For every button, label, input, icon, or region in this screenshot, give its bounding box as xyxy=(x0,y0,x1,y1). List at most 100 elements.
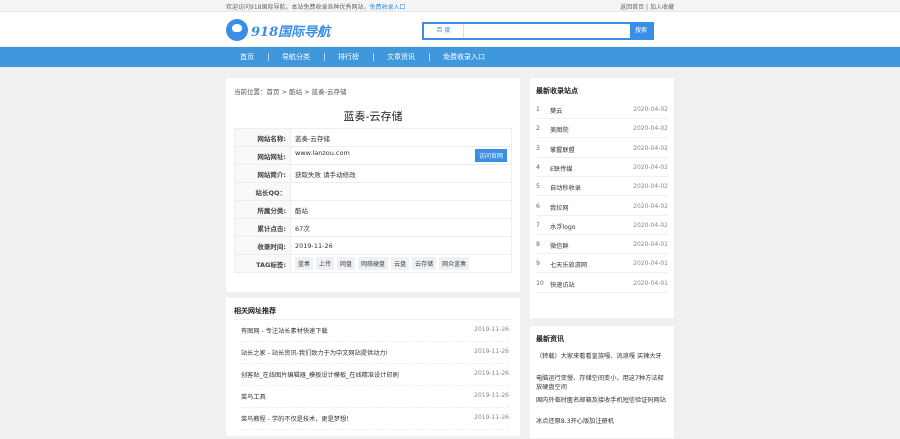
tag-link[interactable]: 网众蓝奏 xyxy=(439,257,470,270)
home-link[interactable]: 返回首页 xyxy=(620,4,644,11)
latest-site-name[interactable]: 美图院 xyxy=(550,125,569,134)
latest-site-date: 2020-04-02 xyxy=(633,106,668,113)
info-key: 站长QQ： xyxy=(234,182,291,201)
tag-link[interactable]: 云存储 xyxy=(412,257,437,270)
tag-link[interactable]: 网盘 xyxy=(337,257,356,270)
tag-link[interactable]: 云盘 xyxy=(391,257,410,270)
related-item[interactable]: 有图网 - 专注站长素材快速下载 2019-11-26 xyxy=(241,320,509,342)
latest-site-item[interactable]: 9 七天乐旅游网 2020-04-01 xyxy=(536,254,668,274)
info-key: 收录时间: xyxy=(234,236,291,255)
search-input[interactable] xyxy=(464,24,630,38)
related-item-date: 2019-11-26 xyxy=(474,348,509,355)
related-item[interactable]: 创客贴_在线图片编辑器_模板设计模板_在线精准设计印刷 2019-11-26 xyxy=(241,364,509,386)
info-row: 网站网址: www.lanzou.com 访问官网 xyxy=(234,146,512,165)
nav-item[interactable]: 排行榜 xyxy=(324,47,373,67)
related-item[interactable]: 菜鸟教程 - 学的不仅是技术，更是梦想！ 2019-11-26 xyxy=(241,408,509,430)
latest-site-date: 2020-04-02 xyxy=(633,163,668,171)
info-value-text: 获取失败 请手动修改 xyxy=(295,170,356,179)
rank-number: 4 xyxy=(536,163,540,171)
site-info-table: 网站名称: 蓝奏-云存储 网站网址: www.lanzou.com 访问官网 网站简介: 获… xyxy=(234,128,512,273)
latest-site-item[interactable]: 6 我拉网 2020-04-02 xyxy=(536,197,668,216)
latest-site-name[interactable]: 微信群 xyxy=(550,241,569,250)
site-title: 蓝奏-云存储 xyxy=(343,110,403,123)
latest-site-item[interactable]: 2 美图院 2020-04-02 xyxy=(536,119,668,139)
nav-item[interactable]: 免费收录入口 xyxy=(429,47,499,67)
latest-site-item[interactable]: 4 E联传媒 2020-04-02 xyxy=(536,158,668,177)
related-item-date: 2019-11-26 xyxy=(474,414,509,421)
search-button[interactable]: 搜索 xyxy=(630,24,652,38)
latest-site-date: 2020-04-01 xyxy=(633,241,668,249)
latest-site-name[interactable]: 水浮logo xyxy=(550,222,576,231)
info-value-text: 67次 xyxy=(295,224,310,233)
info-row: TAG标签: 蓝奏 上传 网盘 网络硬盘 云盘 云存储 网众蓝奏 xyxy=(234,254,512,273)
latest-site-date: 2020-04-01 xyxy=(633,260,668,268)
info-value: 2019-11-26 xyxy=(290,236,512,255)
related-item[interactable]: 站长之家 - 站长资讯-我们致力于为中文网站提供动力! 2019-11-26 xyxy=(241,342,509,364)
rank-number: 5 xyxy=(536,183,540,191)
latest-site-name[interactable]: 樊云 xyxy=(550,106,562,115)
related-item[interactable]: 菜鸟工具 2019-11-26 xyxy=(241,386,509,408)
site-logo[interactable]: 918国际导航 xyxy=(226,18,330,42)
info-value: 酷站 xyxy=(290,200,512,219)
news-item[interactable]: 国内外临时匿名邮箱及接收手机短信验证码网站 xyxy=(536,396,668,405)
info-row: 收录时间: 2019-11-26 xyxy=(234,236,512,255)
related-item-title[interactable]: 有图网 - 专注站长素材快速下载 xyxy=(241,326,328,335)
info-key: 网站网址: xyxy=(234,146,291,165)
news-item[interactable]: （转载）大家来看看皇族嘎、流浪嘎 买辣大牙 xyxy=(536,352,668,361)
latest-site-item[interactable]: 8 微信群 2020-04-01 xyxy=(536,235,668,255)
rank-number: 6 xyxy=(536,202,540,210)
latest-site-name[interactable]: 自动秒收录 xyxy=(550,183,581,192)
latest-site-date: 2020-04-02 xyxy=(633,221,668,229)
related-item-title[interactable]: 创客贴_在线图片编辑器_模板设计模板_在线精准设计印刷 xyxy=(241,370,399,379)
related-title: 相关网址推荐 xyxy=(234,307,276,315)
rank-number: 9 xyxy=(536,260,540,268)
news-title: 最新资讯 xyxy=(536,335,564,343)
latest-site-name[interactable]: 快速访站 xyxy=(550,280,575,289)
nav-item[interactable]: 导航分类 xyxy=(268,47,324,67)
visit-site-button[interactable]: 访问官网 xyxy=(474,149,507,162)
info-key: 网站名称: xyxy=(234,128,291,147)
related-item-title[interactable]: 菜鸟工具 xyxy=(241,392,266,401)
latest-site-date: 2020-04-02 xyxy=(633,183,668,191)
news-item[interactable]: 电脑运行变慢、存储空间变小，用这7种方法释放硬盘空间 xyxy=(536,374,668,392)
nav-item[interactable]: 文章资讯 xyxy=(373,47,429,67)
latest-site-item[interactable]: 7 水浮logo 2020-04-02 xyxy=(536,216,668,235)
site-detail-panel: 当前位置：首页 > 酷站 > 蓝奏-云存储 蓝奏-云存储 网站名称: 蓝奏-云存储… xyxy=(226,78,520,292)
rank-number: 8 xyxy=(536,241,540,249)
latest-site-name[interactable]: 我拉网 xyxy=(550,203,569,212)
topbar-links: 返回首页 | 加入收藏 xyxy=(620,4,674,11)
add-favorite-link[interactable]: 加入收藏 xyxy=(650,4,674,11)
info-row: 网站名称: 蓝奏-云存储 xyxy=(234,128,512,147)
latest-site-item[interactable]: 1 樊云 2020-04-02 xyxy=(536,100,668,119)
nav-item[interactable]: 首页 xyxy=(226,47,268,67)
logo-icon xyxy=(226,19,248,41)
info-key: TAG标签: xyxy=(234,254,291,273)
tag-link[interactable]: 上传 xyxy=(316,257,335,270)
related-item-title[interactable]: 菜鸟教程 - 学的不仅是技术，更是梦想！ xyxy=(241,414,352,423)
logo-text: 918国际导航 xyxy=(251,24,331,40)
latest-site-date: 2020-04-01 xyxy=(633,279,668,287)
related-item-title[interactable]: 站长之家 - 站长资讯-我们致力于为中文网站提供动力! xyxy=(241,348,388,357)
search-engine-selector[interactable]: 百 度 xyxy=(424,24,464,38)
rank-number: 2 xyxy=(536,125,540,133)
tag-link[interactable]: 网络硬盘 xyxy=(358,257,389,270)
latest-site-item[interactable]: 5 自动秒收录 2020-04-02 xyxy=(536,177,668,197)
info-value: 蓝奏 上传 网盘 网络硬盘 云盘 云存储 网众蓝奏 xyxy=(290,254,512,273)
info-row: 累计点击: 67次 xyxy=(234,218,512,237)
submit-site-link[interactable]: 免费收录入口 xyxy=(369,4,405,11)
latest-site-item[interactable]: 10 快速访站 2020-04-01 xyxy=(536,274,668,293)
rank-number: 3 xyxy=(536,144,540,152)
latest-site-name[interactable]: 掌握联盟 xyxy=(550,145,575,154)
latest-site-name[interactable]: 七天乐旅游网 xyxy=(550,260,587,269)
info-value: www.lanzou.com 访问官网 xyxy=(290,146,512,165)
topbar: 欢迎访问918国际导航，本站免费收录各种优秀网站，免费收录入口 返回首页 | 加… xyxy=(0,0,900,12)
latest-site-date: 2020-04-02 xyxy=(633,125,668,133)
rank-number: 7 xyxy=(536,221,540,229)
latest-site-item[interactable]: 3 掌握联盟 2020-04-02 xyxy=(536,139,668,158)
info-value-text: www.lanzou.com xyxy=(295,149,350,157)
info-value xyxy=(290,182,512,201)
news-item[interactable]: 冰点还原8.3开心版加注册机 xyxy=(536,417,668,426)
latest-site-name[interactable]: E联传媒 xyxy=(550,164,572,173)
tag-link[interactable]: 蓝奏 xyxy=(295,257,314,270)
info-key: 累计点击: xyxy=(234,218,291,237)
